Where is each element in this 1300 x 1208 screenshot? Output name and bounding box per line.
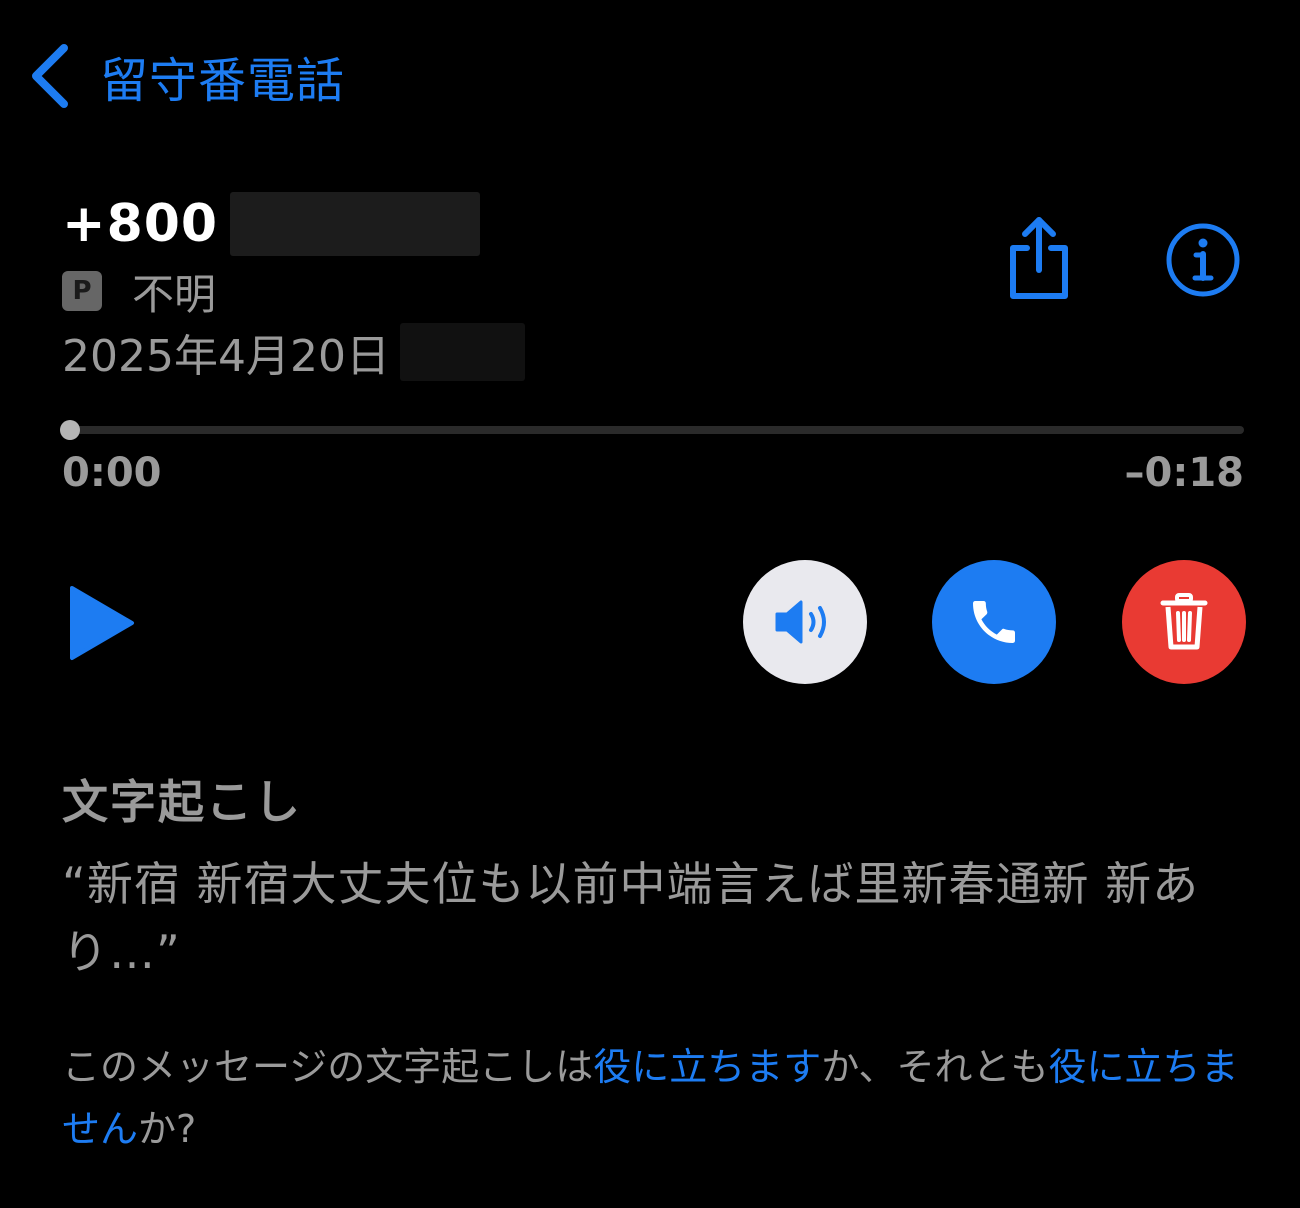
transcript-feedback: このメッセージの文字起こしは役に立ちますか、それとも役に立ちませんか?	[62, 1036, 1242, 1160]
transcript-text: “新宿 新宿大丈夫位も以前中端言えば里新春通新 新あり…”	[62, 857, 1200, 979]
feedback-prefix: このメッセージの文字起こしは	[62, 1045, 594, 1089]
feedback-middle: か、それとも	[821, 1045, 1049, 1089]
pocket-badge: P	[62, 271, 102, 311]
play-button[interactable]	[66, 584, 136, 662]
trash-icon	[1160, 593, 1208, 650]
caller-number: +800	[62, 192, 481, 256]
playback-scrubber[interactable]	[60, 420, 1244, 440]
speaker-icon	[775, 600, 826, 644]
delete-button[interactable]	[1122, 560, 1246, 684]
redacted-time-block	[399, 323, 525, 381]
chevron-left-icon	[32, 44, 68, 108]
feedback-suffix: か?	[138, 1107, 197, 1151]
caller-number-text: +800	[62, 194, 219, 254]
share-button[interactable]	[1003, 214, 1075, 302]
transcript-heading: 文字起こし	[62, 775, 302, 829]
redacted-number-block	[230, 192, 481, 256]
play-icon	[70, 586, 134, 660]
call-back-button[interactable]	[932, 560, 1056, 684]
share-icon	[1010, 217, 1068, 299]
phone-icon	[973, 601, 1015, 643]
info-icon	[1166, 223, 1240, 297]
back-label: 留守番電話	[100, 53, 346, 109]
helpful-link[interactable]: 役に立ちます	[593, 1045, 821, 1089]
voicemail-date: 2025年4月20日	[62, 331, 390, 382]
elapsed-time: 0:00	[62, 450, 162, 496]
caller-label: 不明	[132, 269, 217, 319]
voicemail-date-row: 2025年4月20日	[62, 322, 525, 382]
info-button[interactable]	[1165, 222, 1241, 298]
voicemail-detail-screen: 留守番電話 +800 P 不明 2025年4月20日 0:00 –0:18 文字…	[0, 0, 1300, 1208]
caller-label-row: P 不明	[62, 266, 216, 319]
speaker-button[interactable]	[743, 560, 867, 684]
back-button[interactable]: 留守番電話	[28, 40, 345, 112]
playback-scrubber-thumb[interactable]	[60, 420, 80, 440]
remaining-time: –0:18	[1124, 450, 1245, 496]
